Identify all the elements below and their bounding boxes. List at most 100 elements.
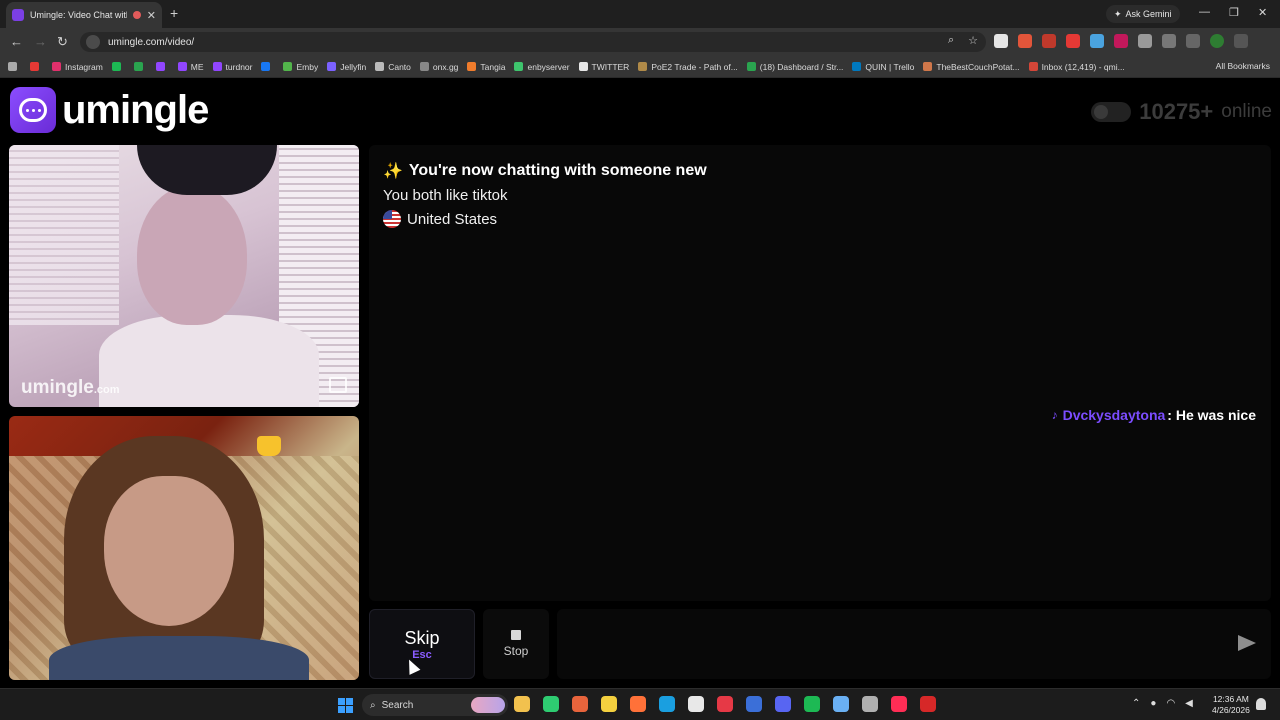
taskbar-app-icon[interactable] [659,696,675,712]
extension-pink-icon[interactable] [1114,34,1128,48]
chat-message: ♪ Dvckysdaytona : He was nice [1052,407,1256,423]
bookmark-item[interactable] [155,62,169,71]
taskbar-app-icon[interactable] [804,696,820,712]
skip-button[interactable]: Skip Esc [369,609,475,679]
bookmark-item[interactable]: turdnor [212,62,252,72]
taskbar-search[interactable]: ⌕ Search [362,694,508,716]
stop-button[interactable]: Stop [483,609,549,679]
zoom-icon[interactable]: ⌕ [948,34,954,47]
taskbar-app-icon[interactable] [601,696,617,712]
umingle-logo[interactable]: umingle [10,87,209,133]
taskbar-app-icon[interactable] [572,696,588,712]
extension-youtube-icon[interactable] [1066,34,1080,48]
report-flag-icon[interactable] [329,377,347,393]
new-tab-button[interactable]: + [170,5,178,21]
extension-fox-icon[interactable] [1018,34,1032,48]
country-label: United States [407,210,498,228]
bookmark-favicon-icon [261,62,271,71]
bookmark-item[interactable]: onx.gg [419,62,458,72]
bookmark-item[interactable]: ME [177,61,204,72]
minimize-icon[interactable]: — [1199,6,1210,18]
gemini-sparkle-icon: ✦ [1114,8,1122,19]
forward-icon[interactable]: → [34,34,47,49]
bookmark-item[interactable] [261,62,274,71]
chat-panel: ✨ You're now chatting with someone new Y… [369,145,1271,601]
message-input[interactable] [557,609,1271,679]
bookmark-item[interactable]: enbyserver [514,61,570,72]
taskbar-app-icon[interactable] [891,696,907,712]
theme-toggle[interactable] [1091,102,1132,122]
restore-icon[interactable]: ❐ [1229,6,1239,19]
window-close-icon[interactable]: ✕ [1258,6,1267,19]
taskbar-app-icon[interactable] [688,696,704,712]
extensions-puzzle-icon[interactable] [1138,34,1152,48]
extension-red-icon[interactable] [1042,34,1056,48]
skip-label: Skip [404,627,440,648]
back-icon[interactable]: ← [10,34,23,49]
taskbar-clock[interactable]: 12:36 AM 4/26/2026 [1212,694,1250,716]
site-info-icon[interactable] [86,35,100,49]
bookmark-item[interactable]: QUIN | Trello [852,62,914,72]
taskbar-app-icon[interactable] [862,696,878,712]
taskbar-app-icon[interactable] [833,696,849,712]
bookmark-item[interactable] [111,62,125,71]
address-bar[interactable]: umingle.com/video/ [80,32,986,52]
bookmark-item[interactable]: TheBestCouchPotat... [923,62,1020,72]
taskbar-app-icon[interactable] [514,696,530,712]
bookmark-youtube-icon[interactable] [30,62,43,71]
bookmark-favicon-icon [375,62,385,71]
menu-kebab-icon[interactable] [1234,34,1248,48]
bookmark-item[interactable] [133,62,147,71]
us-flag-icon [383,210,401,228]
bookmark-label: enbyserver [527,61,570,72]
bookmark-item[interactable]: PoE2 Trade - Path of... [638,62,738,72]
windows-start-icon[interactable] [338,698,353,713]
extension-k-icon[interactable] [994,34,1008,48]
bookmark-item[interactable]: Canto [375,62,411,72]
logo-text: umingle [62,87,209,132]
taskbar-app-icon[interactable] [746,696,762,712]
bookmark-favicon-icon [923,62,933,71]
media-control-icon[interactable] [1186,34,1200,48]
bookmark-item[interactable]: Emby [283,62,318,72]
all-bookmarks-link[interactable]: All Bookmarks [1216,61,1270,71]
bookmark-label: Emby [296,61,319,72]
wifi-icon[interactable]: ◠ [1166,698,1175,709]
bookmark-label: ME [190,61,204,72]
bookmark-item[interactable]: TWITTER [578,62,629,72]
taskbar-app-icon[interactable] [920,696,936,712]
bookmark-item[interactable]: Tangia [467,62,505,72]
taskbar-app-icon[interactable] [775,696,791,712]
tab-close-icon[interactable]: ✕ [147,9,156,22]
extension-translate-icon[interactable] [1090,34,1104,48]
microphone-icon[interactable]: ● [1150,698,1156,709]
bookmark-item[interactable]: Inbox (12,419) - qmi... [1028,62,1125,72]
bookmark-star-icon[interactable]: ☆ [968,34,978,47]
notification-bell-icon[interactable] [1256,698,1266,710]
tray-chevron-icon[interactable]: ⌃ [1132,698,1140,709]
bookmark-favicon-icon [111,62,121,71]
extensions-bar [994,34,1248,48]
online-indicator: 10275+ online [1091,99,1272,125]
bookmark-item[interactable]: (18) Dashboard / Str... [746,62,843,72]
sidepanel-icon[interactable] [1162,34,1176,48]
online-label: online [1221,101,1272,122]
online-count: 10275+ [1139,99,1214,124]
bookmark-label: Jellyfin [340,61,367,72]
ask-gemini-button[interactable]: ✦ Ask Gemini [1106,5,1180,23]
send-icon[interactable] [1238,635,1256,651]
taskbar-app-icon[interactable] [717,696,733,712]
browser-tabstrip: Umingle: Video Chat with S ✕ + ✦ Ask Gem… [0,0,1280,28]
reload-icon[interactable]: ↻ [57,34,68,50]
umingle-page: umingle 10275+ online umingle.com ✨ You'… [0,79,1280,688]
taskbar-app-icon[interactable] [543,696,559,712]
profile-avatar[interactable] [1210,34,1224,48]
shared-interest: You both like tiktok [383,187,508,204]
chat-status-header: ✨ You're now chatting with someone new [383,161,1257,181]
bookmark-item[interactable]: Instagram [52,62,103,72]
bookmark-item[interactable]: Jellyfin [327,62,366,72]
taskbar-app-icon[interactable] [630,696,646,712]
browser-tab-umingle[interactable]: Umingle: Video Chat with S ✕ [6,2,162,28]
volume-icon[interactable]: ◀ [1185,698,1193,709]
apps-grid-icon[interactable] [8,62,21,71]
